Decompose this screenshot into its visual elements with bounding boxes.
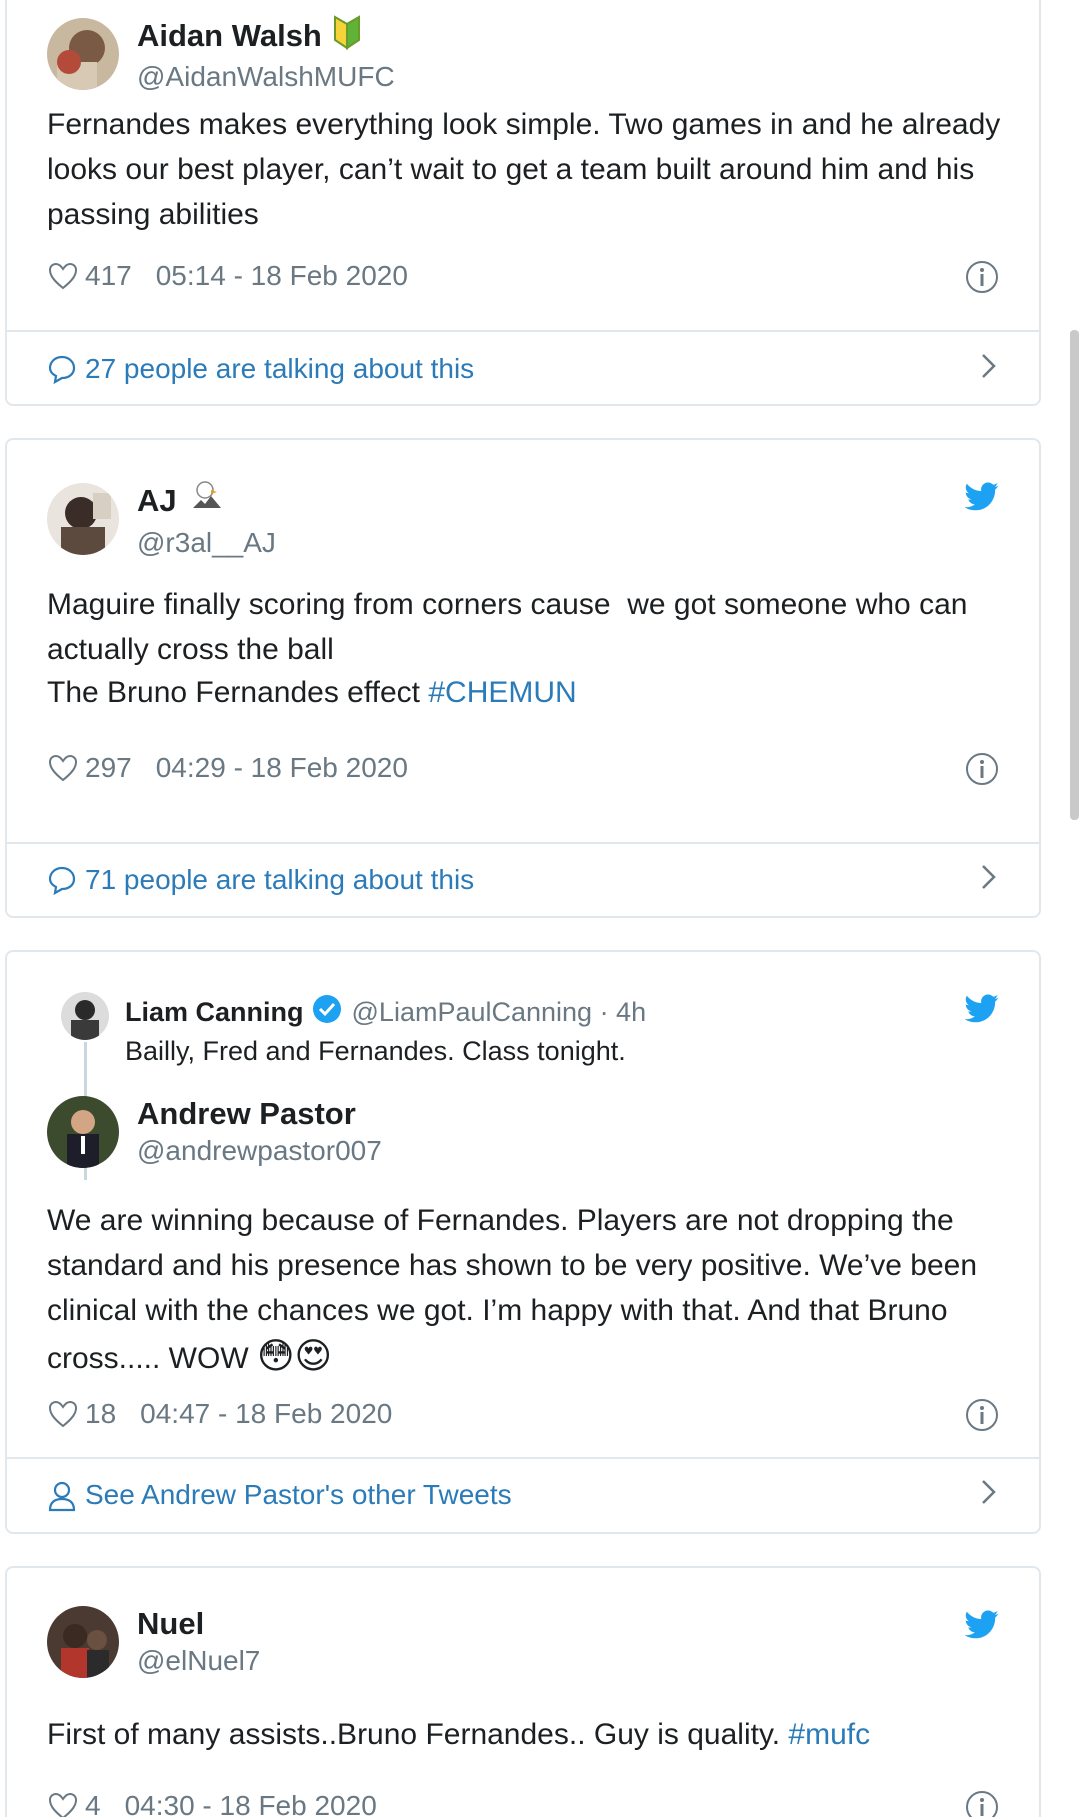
quoted-author[interactable]: Liam Canning @LiamPaulCanning · 4h — [125, 994, 646, 1031]
emoji: 😳😍 — [257, 1335, 333, 1376]
twitter-bird-icon[interactable] — [964, 482, 999, 517]
display-name[interactable]: Andrew Pastor — [137, 1096, 356, 1132]
tweet-text: Maguire finally scoring from corners cau… — [47, 588, 976, 666]
tweet-card[interactable]: AJ @r3al__AJ Maguire finally scoring fro… — [5, 438, 1041, 918]
user-handle[interactable]: @r3al__AJ — [137, 526, 276, 560]
info-icon[interactable] — [965, 1398, 999, 1437]
tweet-author[interactable]: Andrew Pastor @andrewpastor007 — [47, 1096, 382, 1168]
heart-icon[interactable] — [47, 1790, 79, 1817]
tweet-card[interactable]: Liam Canning @LiamPaulCanning · 4h Baill… — [5, 950, 1041, 1534]
tweet-text: Fernandes makes everything look simple. … — [47, 108, 1009, 231]
twitter-bird-icon[interactable] — [964, 1610, 999, 1645]
hashtag-link[interactable]: #CHEMUN — [428, 676, 576, 709]
verified-badge-icon — [312, 994, 342, 1031]
like-count: 297 — [85, 752, 132, 783]
tweet-author[interactable]: Aidan Walsh @AidanWalshMUFC — [47, 14, 395, 94]
chevron-right-icon[interactable] — [979, 1477, 999, 1514]
tweet-timestamp[interactable]: 04:47 - 18 Feb 2020 — [140, 1398, 392, 1430]
tweet-meta: 417 05:14 - 18 Feb 2020 — [47, 260, 408, 292]
like-count: 417 — [85, 260, 132, 291]
divider — [7, 330, 1039, 332]
avatar[interactable] — [47, 483, 119, 555]
tweet-text-block: We are winning because of Fernandes. Pla… — [47, 1198, 1027, 1381]
like-count: 4 — [85, 1790, 101, 1817]
user-handle[interactable]: @AidanWalshMUFC — [137, 60, 395, 94]
info-icon[interactable] — [965, 752, 999, 791]
tweet-card[interactable]: Aidan Walsh @AidanWalshMUFC Fernandes ma… — [5, 0, 1041, 406]
tweet-card[interactable]: Nuel @elNuel7 First of many assists..Bru… — [5, 1566, 1041, 1817]
scrollbar-thumb[interactable] — [1070, 330, 1079, 820]
tweet-author[interactable]: AJ @r3al__AJ — [47, 478, 276, 560]
user-handle[interactable]: @elNuel7 — [137, 1644, 260, 1678]
conversation-link-label[interactable]: 27 people are talking about this — [85, 353, 474, 385]
scrollbar[interactable] — [1068, 0, 1080, 1817]
display-name[interactable]: AJ — [137, 483, 177, 519]
tweet-text: First of many assists..Bruno Fernandes..… — [47, 1718, 789, 1751]
chevron-right-icon[interactable] — [979, 862, 999, 899]
user-icon — [47, 1480, 77, 1512]
hashtag-link[interactable]: #mufc — [788, 1718, 870, 1751]
author-tweets-label[interactable]: See Andrew Pastor's other Tweets — [85, 1479, 512, 1511]
heart-icon[interactable] — [47, 752, 79, 784]
conversation-link[interactable]: 27 people are talking about this — [47, 347, 999, 391]
tweet-meta: 18 04:47 - 18 Feb 2020 — [47, 1398, 392, 1430]
speech-bubble-icon — [47, 354, 77, 385]
conversation-link-label[interactable]: 71 people are talking about this — [85, 864, 474, 896]
display-name[interactable]: Liam Canning — [125, 997, 304, 1028]
tweet-timestamp[interactable]: 05:14 - 18 Feb 2020 — [156, 260, 408, 292]
speech-bubble-icon — [47, 865, 77, 896]
tweet-author[interactable]: Nuel @elNuel7 — [47, 1606, 260, 1678]
conversation-link[interactable]: 71 people are talking about this — [47, 858, 999, 902]
heart-icon[interactable] — [47, 260, 79, 292]
avatar[interactable] — [47, 1096, 119, 1168]
quoted-tweet-text: Bailly, Fred and Fernandes. Class tonigh… — [125, 1036, 626, 1066]
info-icon[interactable] — [965, 1790, 999, 1817]
divider — [7, 1457, 1039, 1459]
user-handle[interactable]: @LiamPaulCanning · 4h — [352, 997, 647, 1028]
display-name[interactable]: Nuel — [137, 1606, 204, 1642]
avatar[interactable] — [47, 18, 119, 90]
tweet-meta: 4 04:30 - 18 Feb 2020 — [47, 1790, 377, 1817]
tweet-text-line: The Bruno Fernandes effect #CHEMUN — [47, 670, 1027, 715]
tweet-feed-page: Aidan Walsh @AidanWalshMUFC Fernandes ma… — [0, 0, 1080, 1817]
beginner-leaf-icon — [332, 14, 362, 58]
user-handle[interactable]: @andrewpastor007 — [137, 1134, 382, 1168]
avatar[interactable] — [61, 992, 109, 1040]
divider — [7, 842, 1039, 844]
tweet-text: The Bruno Fernandes effect — [47, 676, 429, 709]
avatar[interactable] — [47, 1606, 119, 1678]
heart-icon[interactable] — [47, 1398, 79, 1430]
tweet-text-block: First of many assists..Bruno Fernandes..… — [47, 1712, 1027, 1757]
chevron-right-icon[interactable] — [979, 351, 999, 388]
eagle-icon — [187, 478, 225, 524]
tweet-timestamp[interactable]: 04:30 - 18 Feb 2020 — [125, 1790, 377, 1817]
display-name[interactable]: Aidan Walsh — [137, 18, 322, 54]
tweet-meta: 297 04:29 - 18 Feb 2020 — [47, 752, 408, 784]
author-tweets-link[interactable]: See Andrew Pastor's other Tweets — [47, 1470, 999, 1520]
tweet-timestamp[interactable]: 04:29 - 18 Feb 2020 — [156, 752, 408, 784]
like-count: 18 — [85, 1398, 117, 1429]
twitter-bird-icon[interactable] — [964, 994, 999, 1029]
tweet-text: We are winning because of Fernandes. Pla… — [47, 1204, 986, 1375]
info-icon[interactable] — [965, 260, 999, 299]
